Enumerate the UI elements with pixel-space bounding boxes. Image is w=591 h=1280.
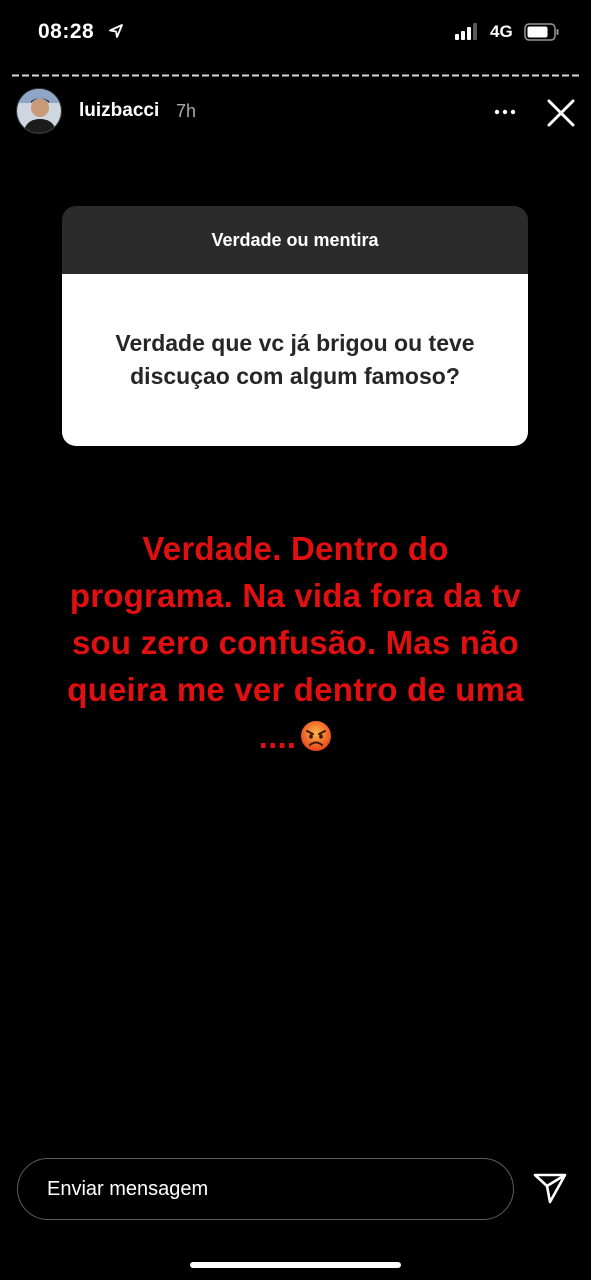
location-arrow-icon [109, 24, 123, 38]
network-type: 4G [490, 22, 513, 41]
signal-bars-icon [455, 23, 477, 40]
answer-text-block: Verdade. Dentro do programa. Na vida for… [60, 525, 531, 760]
question-sticker-header: Verdade ou mentira [62, 206, 528, 274]
status-bar: 08:28 4G [0, 0, 591, 66]
status-time: 08:28 [38, 20, 95, 43]
more-options-icon[interactable] [490, 100, 520, 124]
story-username[interactable]: luizbacci [79, 100, 159, 122]
avatar-image [17, 89, 61, 133]
question-sticker: Verdade ou mentira Verdade que vc já bri… [62, 206, 528, 446]
story-time-ago: 7h [176, 101, 197, 121]
angry-face-emoji [301, 721, 332, 752]
close-icon[interactable] [542, 94, 580, 132]
send-icon[interactable] [531, 1170, 569, 1206]
home-indicator[interactable] [190, 1262, 401, 1268]
avatar[interactable] [16, 88, 62, 134]
message-input[interactable]: Enviar mensagem [17, 1158, 514, 1220]
message-input-placeholder: Enviar mensagem [47, 1177, 209, 1200]
story-progress-bar [12, 74, 579, 77]
question-text: Verdade que vc já brigou ou teve discuça… [62, 274, 528, 446]
battery-icon [524, 23, 559, 41]
answer-text: Verdade. Dentro do programa. Na vida for… [67, 530, 524, 755]
